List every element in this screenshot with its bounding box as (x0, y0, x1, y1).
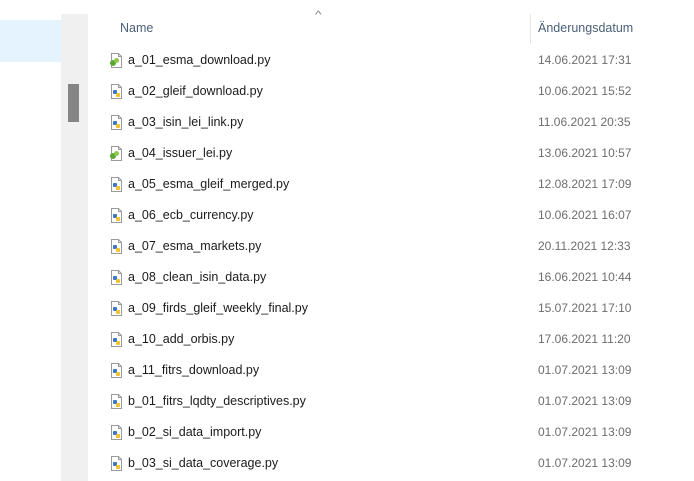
file-modified-date: 11.06.2021 20:35 (538, 115, 631, 129)
file-list: Name ^ Änderungsdatum a_01_esma_download… (88, 0, 694, 481)
file-name: a_06_ecb_currency.py (128, 208, 254, 222)
file-modified-date: 15.07.2021 17:10 (538, 301, 632, 315)
file-name: a_01_esma_download.py (128, 53, 271, 67)
navigation-scrollbar-thumb[interactable] (68, 84, 79, 122)
file-name: a_10_add_orbis.py (128, 332, 235, 346)
python-file-icon (110, 363, 123, 378)
python-linked-file-icon (110, 53, 123, 68)
python-file-icon (110, 208, 123, 223)
file-modified-date: 14.06.2021 17:31 (538, 53, 632, 67)
navigation-pane (0, 0, 61, 481)
file-modified-date: 10.06.2021 16:07 (538, 208, 632, 222)
navigation-scrollbar[interactable] (61, 14, 88, 481)
file-name: a_02_gleif_download.py (128, 84, 263, 98)
file-row[interactable]: b_02_si_data_import.py 01.07.2021 13:09 (88, 416, 694, 447)
column-header-date[interactable]: Änderungsdatum (538, 21, 633, 35)
file-modified-date: 01.07.2021 13:09 (538, 363, 632, 377)
python-file-icon (110, 115, 123, 130)
file-modified-date: 01.07.2021 13:09 (538, 425, 632, 439)
python-file-icon (110, 84, 123, 99)
file-name: a_08_clean_isin_data.py (128, 270, 267, 284)
file-name: a_07_esma_markets.py (128, 239, 262, 253)
file-row[interactable]: a_05_esma_gleif_merged.py 12.08.2021 17:0… (88, 168, 694, 199)
file-name: b_02_si_data_import.py (128, 425, 262, 439)
file-modified-date: 16.06.2021 10:44 (538, 270, 632, 284)
python-file-icon (110, 301, 123, 316)
python-file-icon (110, 425, 123, 440)
file-explorer-window: Name ^ Änderungsdatum a_01_esma_download… (0, 0, 694, 481)
file-modified-date: 20.11.2021 12:33 (538, 239, 631, 253)
file-row[interactable]: b_01_fitrs_lqdty_descriptives.py 01.07.20… (88, 385, 694, 416)
python-file-icon (110, 332, 123, 347)
python-file-icon (110, 456, 123, 471)
file-name: a_09_firds_gleif_weekly_final.py (128, 301, 308, 315)
file-row[interactable]: a_01_esma_download.py 14.06.2021 17:31 (88, 44, 694, 75)
file-rows: a_01_esma_download.py 14.06.2021 17:31 a_0… (88, 44, 694, 478)
file-row[interactable]: a_09_firds_gleif_weekly_final.py 15.07.20… (88, 292, 694, 323)
file-row[interactable]: a_06_ecb_currency.py 10.06.2021 16:07 (88, 199, 694, 230)
column-divider[interactable] (530, 14, 531, 44)
python-linked-file-icon (110, 146, 123, 161)
file-modified-date: 17.06.2021 11:20 (538, 332, 631, 346)
file-modified-date: 01.07.2021 13:09 (538, 456, 632, 470)
file-row[interactable]: a_07_esma_markets.py 20.11.2021 12:33 (88, 230, 694, 261)
file-name: a_11_fitrs_download.py (128, 363, 260, 377)
file-name: a_04_issuer_lei.py (128, 146, 233, 160)
file-row[interactable]: a_11_fitrs_download.py 01.07.2021 13:09 (88, 354, 694, 385)
file-name: b_03_si_data_coverage.py (128, 456, 279, 470)
file-row[interactable]: a_04_issuer_lei.py 13.06.2021 10:57 (88, 137, 694, 168)
file-modified-date: 13.06.2021 10:57 (538, 146, 632, 160)
python-file-icon (110, 394, 123, 409)
file-row[interactable]: a_02_gleif_download.py 10.06.2021 15:52 (88, 75, 694, 106)
file-name: a_03_isin_lei_link.py (128, 115, 244, 129)
file-modified-date: 01.07.2021 13:09 (538, 394, 632, 408)
file-row[interactable]: a_10_add_orbis.py 17.06.2021 11:20 (88, 323, 694, 354)
python-file-icon (110, 270, 123, 285)
file-row[interactable]: b_03_si_data_coverage.py 01.07.2021 13:09 (88, 447, 694, 478)
file-name: b_01_fitrs_lqdty_descriptives.py (128, 394, 306, 408)
sort-ascending-icon: ^ (315, 10, 322, 21)
file-row[interactable]: a_03_isin_lei_link.py 11.06.2021 20:35 (88, 106, 694, 137)
file-modified-date: 12.08.2021 17:09 (538, 177, 632, 191)
file-modified-date: 10.06.2021 15:52 (538, 84, 632, 98)
file-name: a_05_esma_gleif_merged.py (128, 177, 290, 191)
column-header-name[interactable]: Name (120, 21, 153, 35)
python-file-icon (110, 239, 123, 254)
navigation-selected-item[interactable] (0, 20, 61, 62)
file-row[interactable]: a_08_clean_isin_data.py 16.06.2021 10:44 (88, 261, 694, 292)
python-file-icon (110, 177, 123, 192)
